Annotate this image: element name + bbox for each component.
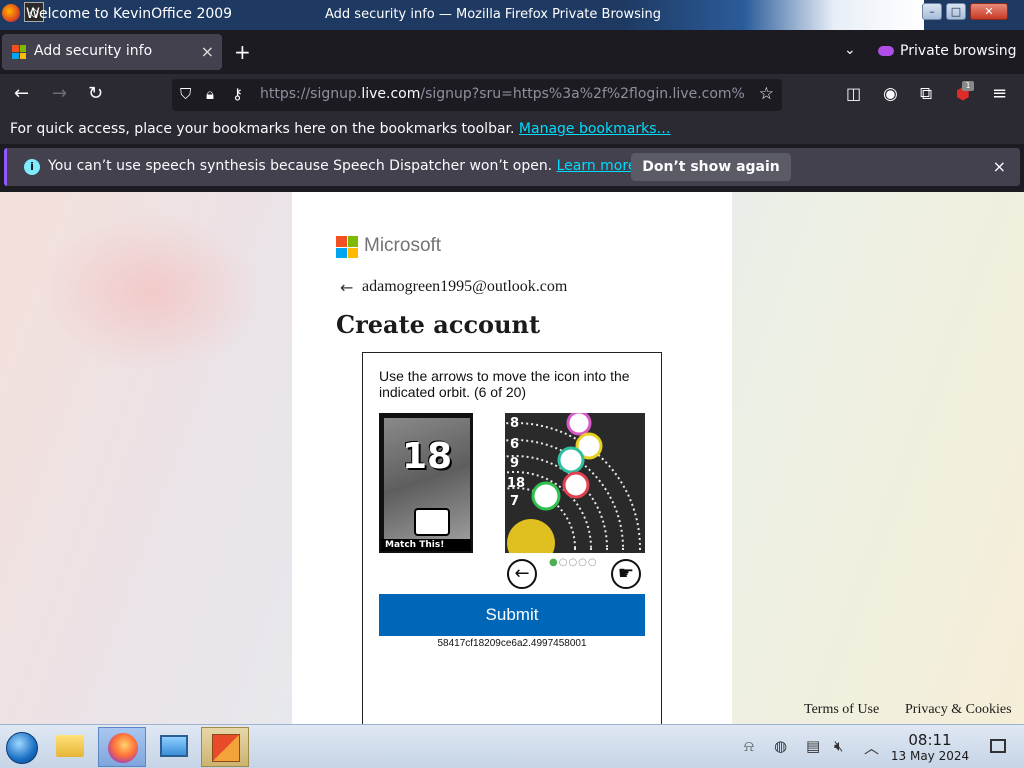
taskbar-file-manager[interactable] (46, 727, 94, 767)
network-icon[interactable]: ◍ (774, 737, 787, 755)
firefox-app-icon[interactable] (2, 4, 20, 22)
reload-icon[interactable]: ↻ (88, 84, 103, 104)
manage-bookmarks-link[interactable]: Manage bookmarks… (519, 121, 671, 137)
forward-icon[interactable]: → (52, 84, 67, 104)
background-decoration (40, 212, 260, 372)
permissions-key-icon[interactable]: ⚷ (232, 85, 243, 103)
microsoft-favicon-icon (12, 45, 26, 59)
private-browsing-label: Private browsing (900, 43, 1017, 59)
close-notification-icon[interactable]: × (993, 157, 1006, 176)
notifications-bell-icon[interactable]: ⍾ (744, 737, 754, 755)
captcha-right-arrow-button[interactable]: ☛ (611, 559, 641, 589)
captcha-target-card: 18 Match This! (379, 413, 473, 553)
orbit-label: 18 (507, 476, 525, 491)
orbit-label: 7 (510, 494, 519, 509)
captcha-session-token: 58417cf18209ce6a2.4997458001 (437, 638, 587, 649)
show-desktop-icon[interactable] (990, 739, 1006, 753)
terms-of-use-link[interactable]: Terms of Use (804, 702, 879, 718)
private-browsing-indicator: Private browsing (878, 43, 1017, 59)
tab-bar: Add security info × + ⌄ Private browsing (0, 30, 1024, 74)
titlebar-background (624, 0, 924, 30)
bookmarks-hint: For quick access, place your bookmarks h… (10, 121, 671, 137)
speech-notification-bar: i You can’t use speech synthesis because… (4, 148, 1020, 186)
taskbar-system-settings[interactable] (150, 727, 198, 767)
firefox-icon (108, 733, 138, 763)
taskbar: ⍾ ◍ ▤ 🔇︎ ︿ 08:11 13 May 2024 (0, 724, 1024, 768)
lock-icon[interactable]: 🔒︎ (206, 85, 214, 103)
monitor-icon (160, 735, 188, 757)
office-icon (212, 734, 240, 762)
url-bar[interactable]: ⛉ 🔒︎ ⚷ https://signup.live.com/signup?sr… (172, 79, 782, 111)
clock-time: 08:11 (908, 731, 952, 749)
account-email: adamogreen1995@outlook.com (362, 278, 568, 295)
bookmarks-toolbar: For quick access, place your bookmarks h… (0, 116, 1024, 144)
back-arrow-icon[interactable]: ← (340, 278, 353, 297)
info-icon: i (24, 159, 40, 175)
menu-hamburger-icon[interactable]: ≡ (992, 84, 1007, 104)
orbit-icon-red (562, 471, 590, 499)
background-window-title: Welcome to KevinOffice 2009 (26, 6, 233, 22)
extensions-puzzle-icon[interactable]: ⧉ (920, 84, 932, 104)
tracking-protection-shield-icon[interactable]: ⛉ (180, 85, 191, 103)
orbit-label: 8 (510, 416, 519, 431)
close-tab-icon[interactable]: × (201, 42, 214, 61)
page-title: Create account (336, 310, 541, 339)
start-button[interactable] (0, 727, 48, 767)
clipboard-icon[interactable]: ▤ (806, 737, 820, 755)
folder-icon (56, 735, 84, 757)
orbit-puzzle-image: 8 6 9 18 7 (505, 413, 645, 553)
orbit-icon-pink (566, 413, 592, 436)
back-icon[interactable]: ← (14, 84, 29, 104)
movable-camera-icon (531, 481, 561, 511)
new-tab-button[interactable]: + (234, 40, 251, 64)
taskbar-firefox[interactable] (98, 727, 146, 767)
extension-badge: 1 (962, 81, 974, 91)
taskbar-office[interactable] (201, 727, 249, 767)
tab-title: Add security info (34, 43, 153, 59)
list-all-tabs-icon[interactable]: ⌄ (844, 42, 856, 58)
captcha-frame: Use the arrows to move the icon into the… (362, 352, 662, 724)
clock-date: 13 May 2024 (890, 749, 970, 763)
target-orbit-number: 18 (401, 436, 453, 477)
bookmark-star-icon[interactable]: ☆ (759, 84, 774, 104)
tab-add-security-info[interactable]: Add security info × (2, 34, 222, 70)
signup-card: Microsoft ← adamogreen1995@outlook.com C… (292, 192, 732, 724)
private-mask-icon (878, 46, 894, 56)
orbit-label: 6 (510, 437, 519, 452)
target-camera-icon (414, 508, 450, 536)
privacy-cookies-link[interactable]: Privacy & Cookies (905, 702, 1012, 718)
microsoft-logo-icon (336, 236, 358, 258)
match-this-label: Match This! (381, 539, 471, 551)
tray-expand-chevron-icon[interactable]: ︿ (864, 737, 879, 758)
submit-button[interactable]: Submit (379, 594, 645, 636)
learn-more-link[interactable]: Learn more (557, 158, 637, 174)
dont-show-again-button[interactable]: Don’t show again (631, 153, 791, 181)
minimize-button[interactable]: – (922, 3, 942, 20)
window-titlebar: ◇ Welcome to KevinOffice 2009 Add securi… (0, 0, 1024, 30)
windows-orb-icon (6, 732, 38, 764)
navigation-toolbar: ← → ↻ ⛉ 🔒︎ ⚷ https://signup.live.com/sig… (0, 74, 1024, 116)
microsoft-brand: Microsoft (364, 235, 442, 256)
volume-muted-icon[interactable]: 🔇︎ (834, 737, 843, 755)
notification-message: You can’t use speech synthesis because S… (48, 158, 637, 174)
pocket-icon[interactable]: ◫ (846, 84, 861, 104)
captcha-progress-dots: ●○○○○ (549, 557, 598, 568)
maximize-button[interactable]: □ (946, 3, 966, 20)
orbit-label: 9 (510, 456, 519, 471)
url-text[interactable]: https://signup.live.com/signup?sru=https… (260, 86, 746, 102)
account-icon[interactable]: ◉ (883, 84, 898, 104)
close-window-button[interactable]: ✕ (970, 3, 1008, 20)
taskbar-clock[interactable]: 08:11 13 May 2024 (890, 731, 970, 763)
page-content: Microsoft ← adamogreen1995@outlook.com C… (0, 192, 1024, 724)
captcha-instruction: Use the arrows to move the icon into the… (379, 368, 630, 400)
captcha-left-arrow-button[interactable]: ← (507, 559, 537, 589)
window-title: Add security info — Mozilla Firefox Priv… (325, 7, 661, 22)
orbit-icon-teal (557, 446, 585, 474)
